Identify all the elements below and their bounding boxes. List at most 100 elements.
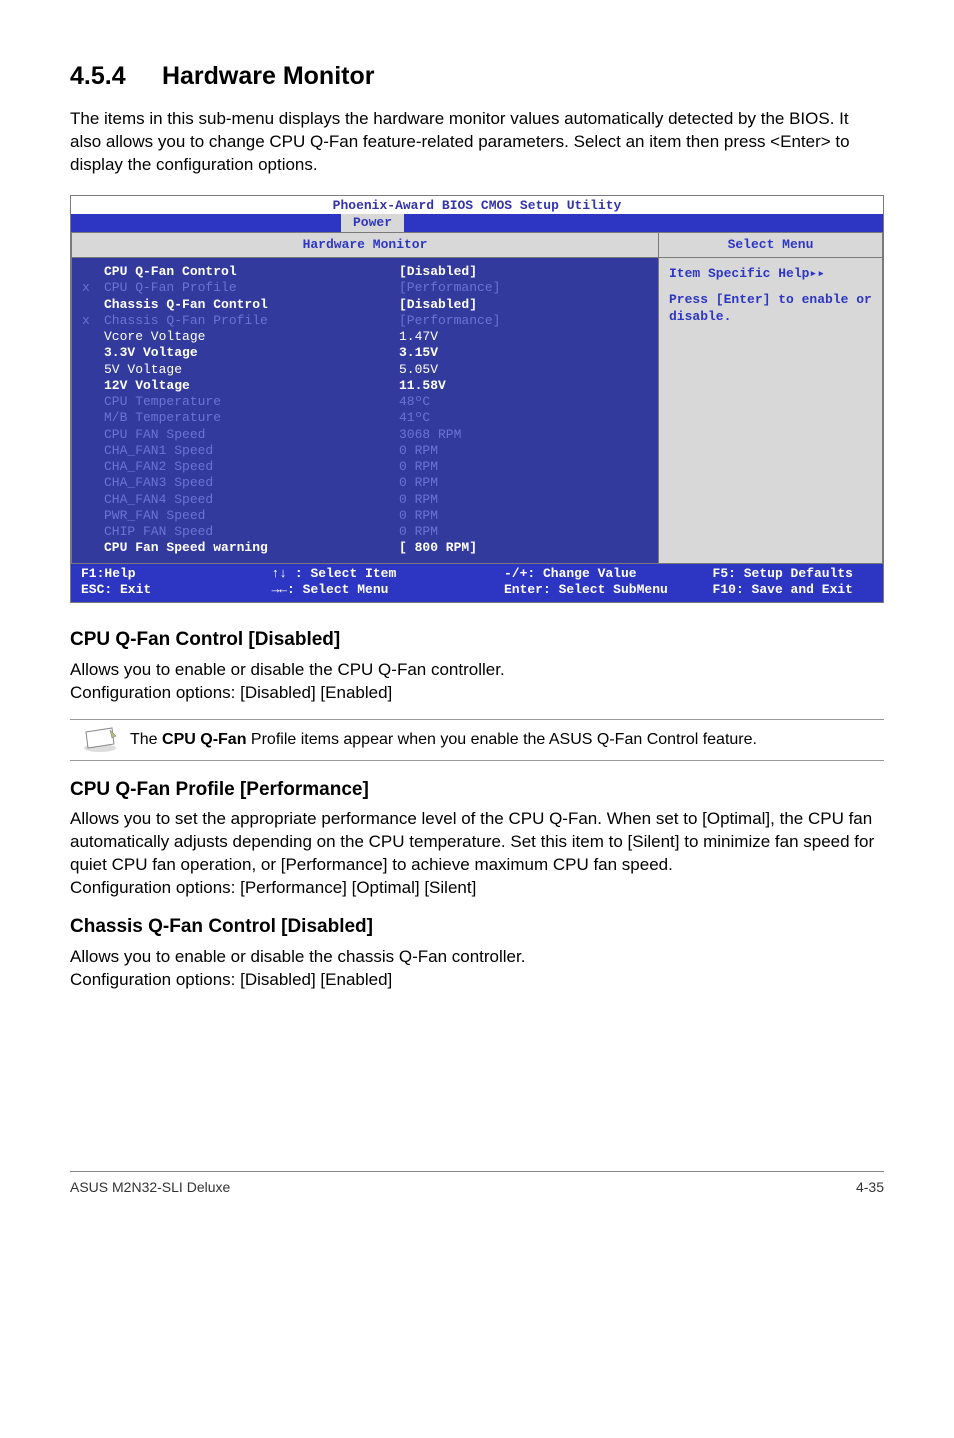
bios-menubar: Power [71, 214, 883, 232]
bios-row-marker [82, 492, 104, 508]
paragraph: Allows you to enable or disable the CPU … [70, 659, 884, 705]
bios-row-marker [82, 329, 104, 345]
bios-esc: ESC: Exit [81, 582, 241, 598]
bios-row-value: 0 RPM [359, 508, 648, 524]
bios-row-value: [Performance] [359, 313, 648, 329]
bios-screenshot: Phoenix-Award BIOS CMOS Setup Utility Po… [70, 195, 884, 604]
bios-row-value: 0 RPM [359, 475, 648, 491]
bios-footer: F1:Help ESC: Exit ↑↓ : Select Item →←: S… [71, 564, 883, 603]
bios-row: 3.3V Voltage 3.15V [72, 345, 658, 361]
paragraph: Allows you to enable or disable the chas… [70, 946, 884, 992]
bios-row-label: CHA_FAN3 Speed [104, 475, 359, 491]
bios-help-text: Item Specific Help▸▸ Press [Enter] to en… [659, 258, 882, 333]
bios-row: Vcore Voltage 1.47V [72, 329, 658, 345]
bios-row: 12V Voltage 11.58V [72, 378, 658, 394]
text: Configuration options: [Performance] [Op… [70, 878, 476, 897]
bios-row-value: 11.58V [359, 378, 648, 394]
bios-row-label: CPU Fan Speed warning [104, 540, 359, 556]
bios-enter-submenu: Enter: Select SubMenu [504, 582, 713, 598]
bios-row: PWR_FAN Speed 0 RPM [72, 508, 658, 524]
bios-row-marker [82, 524, 104, 540]
bios-row-label: 3.3V Voltage [104, 345, 359, 361]
text: Allows you to set the appropriate perfor… [70, 809, 874, 874]
bios-row: CHA_FAN4 Speed 0 RPM [72, 492, 658, 508]
bios-row-label: CHA_FAN4 Speed [104, 492, 359, 508]
bios-row-value: 3.15V [359, 345, 648, 361]
bios-row-label: Chassis Q-Fan Profile [104, 313, 359, 329]
bios-row-value: 3068 RPM [359, 427, 648, 443]
bios-tab-power: Power [341, 214, 404, 232]
note-suffix: Profile items appear when you enable the… [246, 731, 757, 748]
bios-row-marker [82, 362, 104, 378]
bios-row-marker [82, 540, 104, 556]
bios-footer-col4: F5: Setup Defaults F10: Save and Exit [713, 566, 873, 599]
bios-row-marker [82, 508, 104, 524]
bios-row: 5V Voltage 5.05V [72, 362, 658, 378]
bios-change-value: -/+: Change Value [504, 566, 713, 582]
bios-row-marker [82, 475, 104, 491]
bios-row-marker [82, 345, 104, 361]
bios-right-panel: Select Menu Item Specific Help▸▸ Press [… [658, 232, 883, 564]
bios-right-title: Select Menu [659, 233, 882, 258]
bios-row-label: 5V Voltage [104, 362, 359, 378]
bios-row-value: 0 RPM [359, 492, 648, 508]
footer-page-number: 4-35 [856, 1178, 884, 1197]
note-prefix: The [130, 731, 162, 748]
bios-row-marker [82, 264, 104, 280]
footer-product: ASUS M2N32-SLI Deluxe [70, 1178, 230, 1197]
bios-title: Phoenix-Award BIOS CMOS Setup Utility [71, 196, 883, 214]
bios-row: Chassis Q-Fan Control[Disabled] [72, 297, 658, 313]
section-title-text: Hardware Monitor [162, 62, 375, 90]
bios-row-marker [82, 297, 104, 313]
bios-row-label: Vcore Voltage [104, 329, 359, 345]
bios-select-item: ↑↓ : Select Item [271, 566, 464, 582]
bios-row-marker: x [82, 280, 104, 296]
bios-left-title: Hardware Monitor [72, 233, 658, 258]
text: Configuration options: [Disabled] [Enabl… [70, 970, 392, 989]
bios-row-value: [ 800 RPM] [359, 540, 648, 556]
bios-row: CPU Fan Speed warning[ 800 RPM] [72, 540, 658, 556]
bios-row-label: CHA_FAN1 Speed [104, 443, 359, 459]
bios-row-marker [82, 410, 104, 426]
subheading-chassis-qfan-control: Chassis Q-Fan Control [Disabled] [70, 914, 884, 940]
bios-row-value: 5.05V [359, 362, 648, 378]
bios-left-panel: Hardware Monitor CPU Q-Fan Control[Disab… [71, 232, 658, 564]
bios-row: CHA_FAN3 Speed 0 RPM [72, 475, 658, 491]
section-heading: 4.5.4 Hardware Monitor [70, 60, 884, 94]
note-icon [70, 726, 130, 754]
bios-row: CPU Q-Fan Control[Disabled] [72, 264, 658, 280]
text: Configuration options: [Disabled] [Enabl… [70, 683, 392, 702]
bios-row-marker [82, 394, 104, 410]
intro-paragraph: The items in this sub-menu displays the … [70, 108, 884, 177]
bios-row-marker [82, 378, 104, 394]
text: Allows you to enable or disable the CPU … [70, 660, 505, 679]
bios-row: M/B Temperature 41ºC [72, 410, 658, 426]
bios-row-marker [82, 427, 104, 443]
bios-row-label: CPU Q-Fan Profile [104, 280, 359, 296]
bios-row-value: 1.47V [359, 329, 648, 345]
bios-row-label: M/B Temperature [104, 410, 359, 426]
bios-row: CPU FAN Speed 3068 RPM [72, 427, 658, 443]
bios-footer-col2: ↑↓ : Select Item →←: Select Menu [241, 566, 464, 599]
note-text: The CPU Q-Fan Profile items appear when … [130, 729, 757, 751]
bios-row-marker: x [82, 313, 104, 329]
bios-rows: CPU Q-Fan Control[Disabled]xCPU Q-Fan Pr… [72, 258, 658, 563]
bios-row-value: [Performance] [359, 280, 648, 296]
bios-f10: F10: Save and Exit [713, 582, 873, 598]
subheading-cpu-qfan-control: CPU Q-Fan Control [Disabled] [70, 627, 884, 653]
bios-row-value: 48ºC [359, 394, 648, 410]
bios-row-label: PWR_FAN Speed [104, 508, 359, 524]
bios-row-marker [82, 459, 104, 475]
bios-row-label: CPU Temperature [104, 394, 359, 410]
bios-row-label: CPU FAN Speed [104, 427, 359, 443]
bios-footer-col3: -/+: Change Value Enter: Select SubMenu [464, 566, 713, 599]
note-bold: CPU Q-Fan [162, 731, 246, 748]
paragraph: Allows you to set the appropriate perfor… [70, 808, 884, 900]
bios-row: xChassis Q-Fan Profile[Performance] [72, 313, 658, 329]
bios-row-label: CHA_FAN2 Speed [104, 459, 359, 475]
subheading-cpu-qfan-profile: CPU Q-Fan Profile [Performance] [70, 777, 884, 803]
bios-help-body: Press [Enter] to enable or disable. [669, 292, 872, 325]
bios-row-value: [Disabled] [359, 297, 648, 313]
bios-f5: F5: Setup Defaults [713, 566, 873, 582]
bios-row: CHA_FAN2 Speed 0 RPM [72, 459, 658, 475]
